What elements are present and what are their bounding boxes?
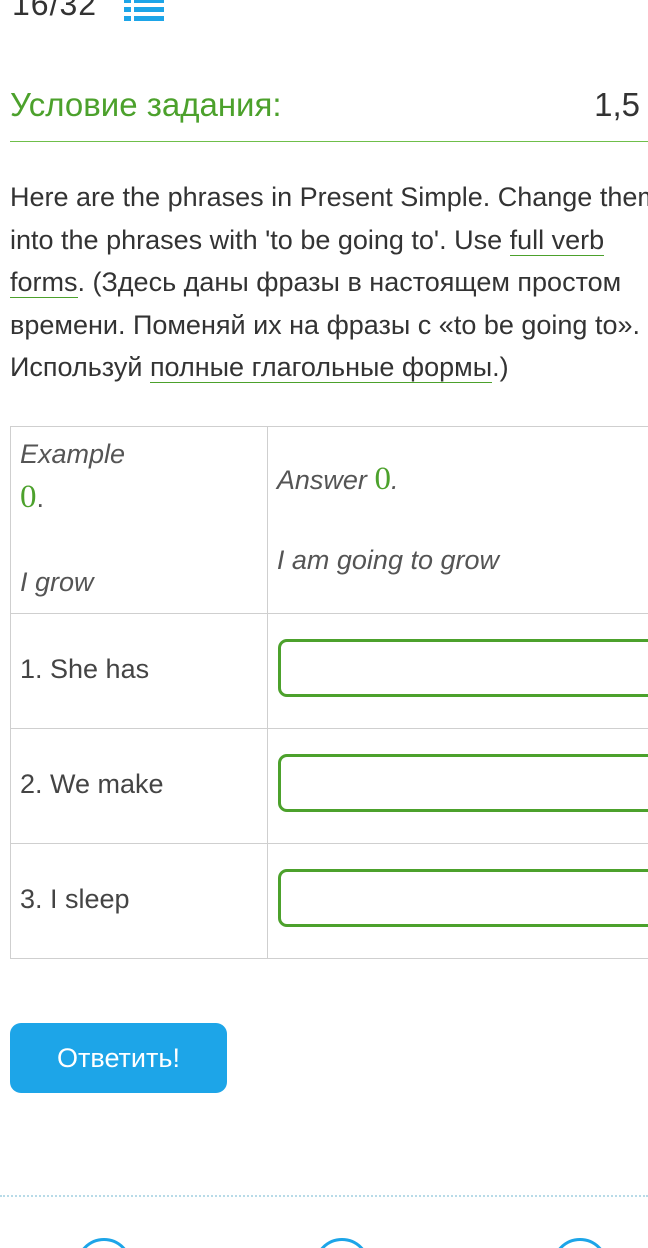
answer-number: 0 bbox=[374, 461, 391, 497]
hint-link-forms[interactable]: forms bbox=[10, 267, 78, 298]
answer-input-2[interactable] bbox=[277, 754, 648, 812]
list-icon[interactable] bbox=[124, 0, 164, 22]
answer-input-3[interactable] bbox=[277, 869, 648, 927]
instruction-line: времени. Поменяй их на фразы с «to be go… bbox=[10, 304, 648, 347]
question-counter: 16/32 bbox=[12, 0, 98, 22]
answer-label: Answer bbox=[276, 465, 367, 495]
instruction-line: Here are the phrases in Present Simple. … bbox=[10, 176, 648, 219]
instruction-text: Используй bbox=[10, 352, 150, 382]
answer-input-1[interactable] bbox=[277, 639, 648, 697]
task-instructions: Here are the phrases in Present Simple. … bbox=[10, 176, 648, 389]
instruction-line: into the phrases with 'to be going to'. … bbox=[10, 219, 648, 262]
answer-sentence: I am going to grow bbox=[276, 545, 500, 575]
input-cell bbox=[266, 728, 648, 844]
example-sentence: I grow bbox=[20, 567, 94, 597]
instruction-text: времени. Поменяй их на фразы с «to be go… bbox=[10, 309, 640, 340]
table-row: 1. She has bbox=[10, 613, 648, 729]
prompt-cell: 1. She has bbox=[10, 613, 268, 729]
bottom-divider bbox=[0, 1195, 648, 1197]
instruction-text: into the phrases with 'to be going to'. … bbox=[10, 224, 510, 255]
input-cell bbox=[266, 843, 648, 959]
task-page: 16/32 Условие задания: 1,5 Here are the … bbox=[0, 0, 648, 1248]
example-number: 0 bbox=[20, 479, 37, 515]
instruction-text: .) bbox=[492, 352, 509, 382]
task-heading: Условие задания: bbox=[10, 86, 282, 123]
input-cell bbox=[266, 613, 648, 729]
hint-link-full-verb[interactable]: full verb bbox=[509, 224, 605, 256]
hint-link-full-forms[interactable]: полные глагольные формы bbox=[149, 352, 493, 383]
example-row: Example 0. I grow Answer 0. I am going t… bbox=[10, 426, 648, 614]
example-label: Example bbox=[20, 439, 126, 469]
example-cell: Example 0. I grow bbox=[10, 426, 268, 614]
submit-button[interactable]: Ответить! bbox=[10, 1023, 227, 1093]
nav-circle-button[interactable] bbox=[314, 1238, 370, 1248]
instruction-line: forms. (Здесь даны фразы в настоящем про… bbox=[10, 261, 648, 304]
heading-divider bbox=[10, 141, 648, 142]
prompt-cell: 2. We make bbox=[10, 728, 268, 844]
answer-example-cell: Answer 0. I am going to grow bbox=[266, 426, 648, 614]
prompt-text: 2. We make bbox=[20, 769, 164, 799]
instruction-line: Используй полные глагольные формы.) bbox=[10, 346, 648, 389]
instruction-text: Here are the phrases in Present Simple. … bbox=[10, 182, 648, 212]
prompt-text: 3. I sleep bbox=[20, 884, 130, 914]
table-row: 2. We make bbox=[10, 728, 648, 844]
nav-circle-button[interactable] bbox=[552, 1238, 608, 1248]
task-score: 1,5 bbox=[594, 86, 640, 123]
prompt-cell: 3. I sleep bbox=[10, 843, 268, 959]
table-row: 3. I sleep bbox=[10, 843, 648, 959]
exercise-table: Example 0. I grow Answer 0. I am going t… bbox=[10, 426, 648, 959]
nav-circle-button[interactable] bbox=[76, 1238, 132, 1248]
example-number-wrap: 0. bbox=[20, 479, 45, 515]
instruction-text: . (Здесь даны фразы в настоящем простом bbox=[77, 267, 622, 297]
answer-label-wrap: Answer 0. bbox=[276, 461, 399, 497]
prompt-text: 1. She has bbox=[20, 654, 150, 684]
